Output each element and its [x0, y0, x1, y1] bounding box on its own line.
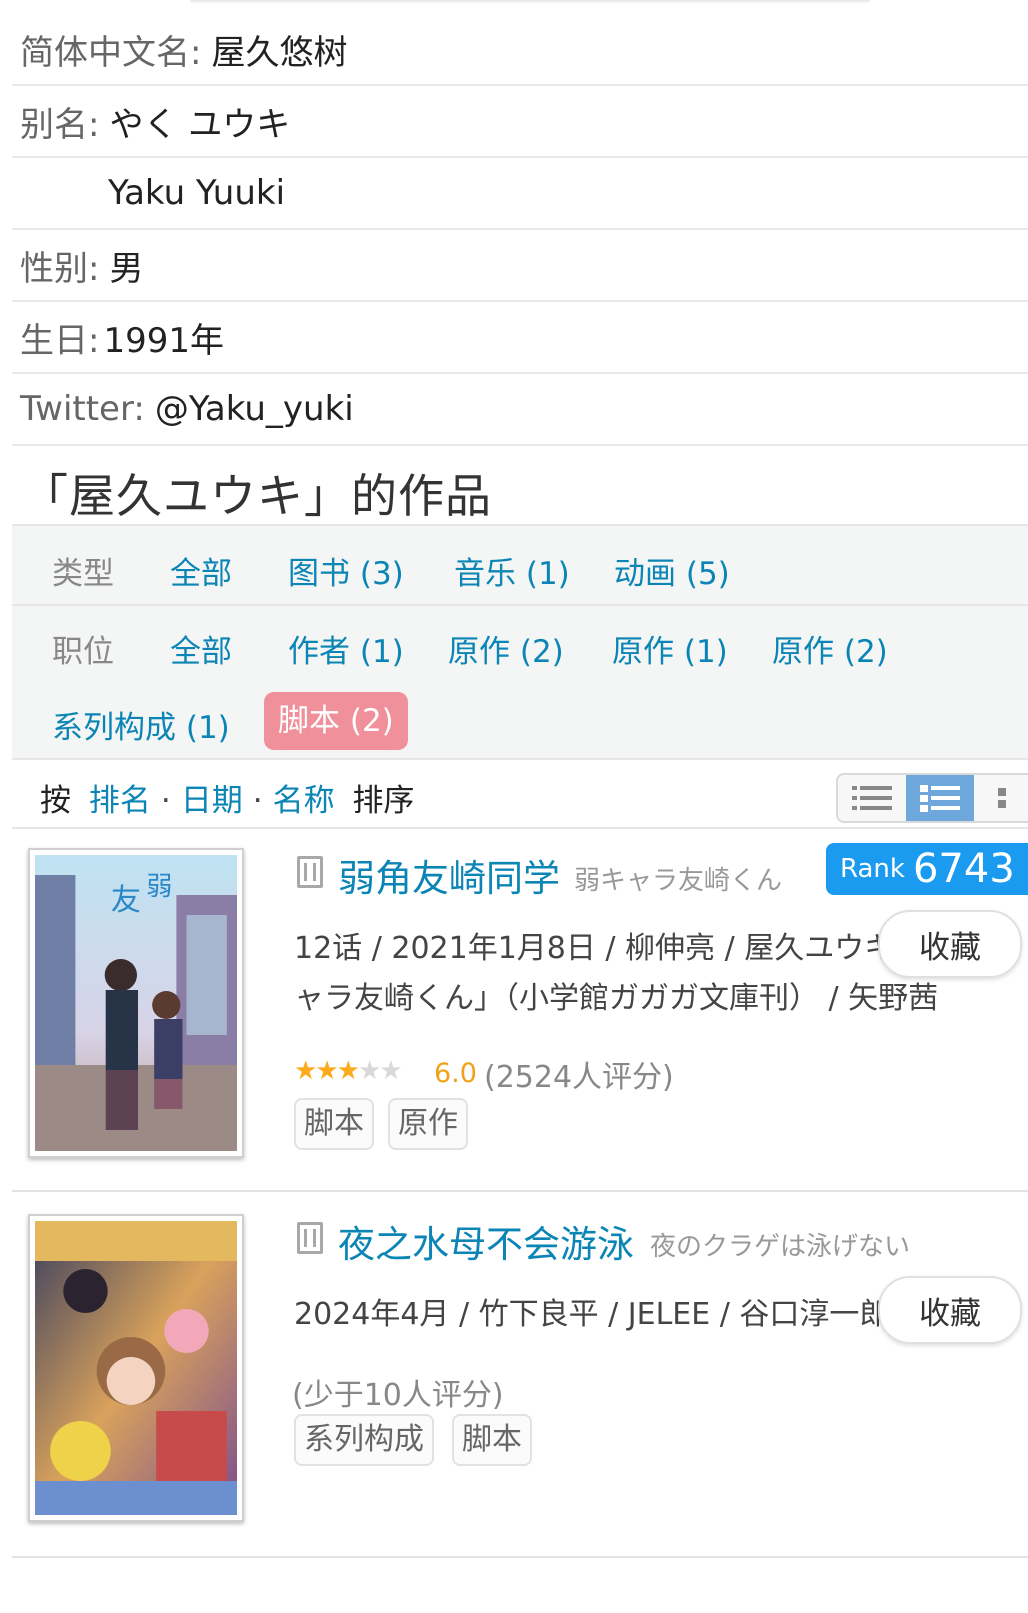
- role-filter-label: 职位: [52, 634, 114, 670]
- subject-2-title[interactable]: 夜之水母不会游泳: [338, 1214, 634, 1268]
- gender-value: 男: [109, 248, 144, 289]
- alias-value-2: Yaku Yuuki: [108, 173, 286, 213]
- detail-list-icon: [920, 785, 960, 812]
- star-icon: ★: [315, 1056, 338, 1086]
- subject-1-collect-button[interactable]: 收藏: [878, 910, 1022, 978]
- twitter-key: Twitter:: [20, 389, 145, 429]
- info-row-birthday: 生日: 1991年: [12, 302, 1028, 374]
- sort-separator: ·: [160, 783, 171, 819]
- subject-1-tag-original: 原作: [388, 1098, 468, 1150]
- subject-1-cover-image: 友 弱: [35, 855, 237, 1151]
- star-icon: ★: [294, 1056, 317, 1086]
- list-icon: [852, 786, 892, 810]
- view-list-button[interactable]: [838, 775, 906, 821]
- subject-1-title-jp: 弱キャラ友崎くん: [574, 866, 783, 896]
- sort-prefix: 按: [40, 783, 71, 819]
- subject-separator: [12, 1556, 1028, 1558]
- subject-1-meta-line-2: ャラ友崎くん」（小学館ガガガ文庫刊） / 矢野茜: [294, 981, 939, 1016]
- filter-bottom-divider: [12, 758, 1028, 760]
- gender-key: 性别:: [20, 248, 100, 289]
- type-filter-anime[interactable]: 动画 (5): [614, 548, 730, 593]
- view-grid-button[interactable]: [974, 775, 1028, 821]
- rank-label: Rank: [840, 854, 905, 884]
- sort-by-date[interactable]: 日期: [181, 783, 243, 819]
- type-filter-music[interactable]: 音乐 (1): [454, 548, 570, 593]
- svg-text:弱: 弱: [146, 872, 172, 902]
- birthday-key: 生日:: [20, 320, 100, 361]
- subject-2-tag-script: 脚本: [452, 1414, 532, 1466]
- star-empty-icon: ★: [357, 1056, 381, 1086]
- role-filter-row: 职位 全部 作者 (1) 原作 (2) 原作 (1) 原作 (2) 系列构成 (…: [12, 606, 1028, 758]
- type-filter-row: 类型 全部 图书 (3) 音乐 (1) 动画 (5): [12, 526, 1028, 606]
- sort-by-name[interactable]: 名称: [273, 783, 335, 819]
- birthday-value: 1991年: [103, 320, 224, 361]
- subject-1-tag-script: 脚本: [294, 1098, 374, 1150]
- role-filter-author[interactable]: 作者 (1): [288, 626, 404, 671]
- view-toggle: [836, 773, 1028, 823]
- anime-film-icon: [297, 1222, 323, 1254]
- subject-2-cover-image: [35, 1221, 237, 1515]
- star-empty-icon: ★: [379, 1056, 402, 1086]
- alias-key: 别名:: [20, 104, 100, 145]
- role-filter-original-2[interactable]: 原作 (1): [612, 626, 728, 671]
- subject-1-cover[interactable]: 友 弱: [28, 848, 244, 1158]
- role-filter-script-active[interactable]: 脚本 (2): [264, 692, 408, 750]
- subject-1-title[interactable]: 弱角友崎同学: [338, 848, 560, 902]
- type-filter-all[interactable]: 全部: [170, 548, 232, 593]
- subject-2-collect-button[interactable]: 收藏: [878, 1276, 1022, 1344]
- type-filter-books[interactable]: 图书 (3): [288, 548, 404, 593]
- sort-separator: ·: [252, 783, 263, 819]
- role-filter-series-composition[interactable]: 系列构成 (1): [52, 702, 230, 747]
- grid-icon: [998, 788, 1006, 808]
- sort-bar: 按 排名 · 日期 · 名称 排序: [40, 775, 414, 820]
- info-row-alias-2: Yaku Yuuki: [12, 158, 1028, 230]
- subject-1-rating-stars: ★★★★★: [294, 1056, 403, 1086]
- subject-2-title-jp: 夜のクラゲは泳げない: [650, 1232, 911, 1262]
- zh-name-key: 简体中文名:: [20, 32, 202, 73]
- subject-2-votes: (少于10人评分): [292, 1378, 504, 1413]
- info-row-zh-name: 简体中文名: 屋久悠树: [12, 14, 1028, 86]
- anime-film-icon: [297, 856, 323, 888]
- rank-value: 6743: [912, 846, 1015, 892]
- twitter-value: @Yaku_yuki: [154, 389, 354, 429]
- info-row-twitter: Twitter: @Yaku_yuki: [12, 374, 1028, 446]
- top-shadow: [190, 0, 870, 4]
- view-detail-list-button[interactable]: [906, 775, 974, 821]
- info-row-alias: 别名: やく ユウキ: [12, 86, 1028, 158]
- works-title: 「屋久ユウキ」的作品: [22, 469, 492, 523]
- subject-separator: [12, 1190, 1028, 1192]
- zh-name-value: 屋久悠树: [211, 32, 348, 73]
- subject-2-tag-series-composition: 系列构成: [294, 1414, 434, 1466]
- subject-1-votes: (2524人评分): [484, 1060, 674, 1095]
- role-filter-original-1[interactable]: 原作 (2): [448, 626, 564, 671]
- star-icon: ★: [336, 1056, 360, 1086]
- subject-1-score: 6.0: [434, 1058, 477, 1089]
- alias-value-1: やく ユウキ: [109, 104, 291, 145]
- svg-text:友: 友: [111, 883, 141, 918]
- sort-divider: [12, 827, 1028, 829]
- sort-suffix: 排序: [352, 783, 415, 819]
- sort-by-rank[interactable]: 排名: [89, 783, 151, 819]
- type-filter-label: 类型: [52, 556, 114, 592]
- role-filter-all[interactable]: 全部: [170, 626, 232, 671]
- role-filter-original-3[interactable]: 原作 (2): [772, 626, 888, 671]
- subject-1-rank-badge: Rank 6743: [826, 843, 1028, 895]
- subject-2-cover[interactable]: [28, 1214, 244, 1522]
- info-row-gender: 性别: 男: [12, 230, 1028, 302]
